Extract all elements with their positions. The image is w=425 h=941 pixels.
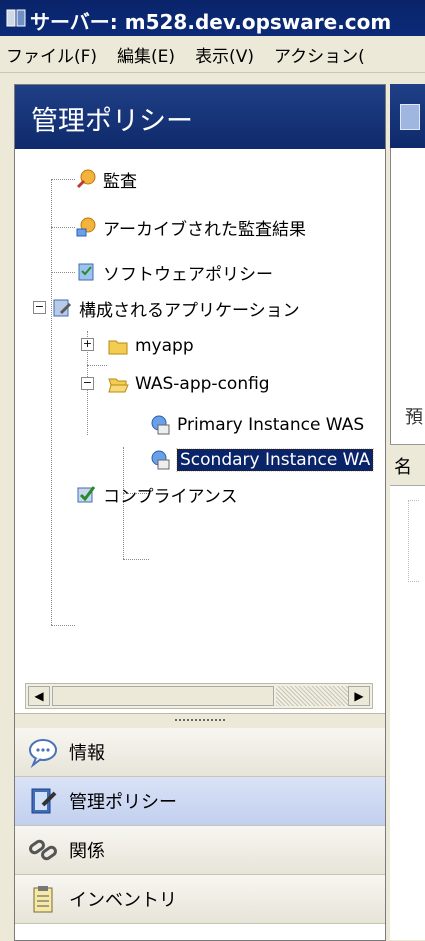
window-title: サーバー: m528.dev.opsware.com <box>30 10 392 34</box>
speech-bubble-icon <box>29 739 57 768</box>
panel-splitter[interactable] <box>15 713 385 729</box>
right-content-area: 預 名 <box>390 84 425 940</box>
config-instance-icon <box>151 450 170 470</box>
menu-view[interactable]: 表示(V) <box>195 42 254 67</box>
left-panel: 管理ポリシー 監査 アーカイブされた監査結果 ソフトウェアポリシー − 構成され… <box>14 84 386 941</box>
nav-management-policy-button[interactable]: 管理ポリシー <box>15 777 385 826</box>
collapse-configured-apps-toggle[interactable]: − <box>33 301 46 314</box>
collapse-was-app-config-toggle[interactable]: − <box>81 377 94 390</box>
policy-book-icon <box>31 788 57 814</box>
config-instance-icon <box>151 415 170 435</box>
chain-link-icon <box>29 839 57 861</box>
splitter-grip <box>175 719 225 721</box>
audit-icon <box>76 169 96 189</box>
scroll-track[interactable] <box>276 686 348 706</box>
archived-audit-icon <box>76 217 96 237</box>
tree-item-primary-instance[interactable]: Primary Instance WAS <box>149 410 364 440</box>
expand-myapp-toggle[interactable]: + <box>81 338 94 351</box>
horizontal-scrollbar[interactable]: ◀ ▶ <box>25 683 373 709</box>
right-panel-header <box>390 84 425 148</box>
menu-action[interactable]: アクション( <box>274 42 365 67</box>
scroll-thumb[interactable] <box>52 686 274 706</box>
software-policy-icon <box>78 263 94 281</box>
nav-inventory-button[interactable]: インベントリ <box>15 875 385 924</box>
tree-item-myapp[interactable]: myapp <box>107 331 194 361</box>
menu-bar: ファイル(F) 編集(E) 表示(V) アクション( <box>0 36 425 73</box>
menu-edit[interactable]: 編集(E) <box>117 42 175 67</box>
document-icon <box>400 104 420 130</box>
right-pane-text: 預 <box>405 407 423 428</box>
clipboard-icon <box>33 886 53 913</box>
tree-item-compliance[interactable]: コンプライアンス <box>75 479 237 509</box>
nav-info-button[interactable]: 情報 <box>15 728 385 777</box>
menu-file[interactable]: ファイル(F) <box>6 42 97 67</box>
scroll-right-button[interactable]: ▶ <box>348 686 370 706</box>
panel-title: 管理ポリシー <box>31 106 193 137</box>
open-folder-icon <box>108 378 129 393</box>
scroll-left-button[interactable]: ◀ <box>28 686 50 706</box>
title-bar[interactable]: サーバー: m528.dev.opsware.com <box>0 0 425 36</box>
tree-item-secondary-instance[interactable]: Scondary Instance WA <box>149 445 375 475</box>
folder-icon <box>108 340 128 355</box>
tree-item-configured-apps[interactable]: 構成されるアプリケーション <box>51 293 300 323</box>
grid-dotted-line <box>408 500 419 582</box>
tree-item-software-policy[interactable]: ソフトウェアポリシー <box>75 257 273 287</box>
policy-tree: 監査 アーカイブされた監査結果 ソフトウェアポリシー − 構成されるアプリケーシ… <box>15 155 385 755</box>
panel-header: 管理ポリシー <box>15 85 385 149</box>
server-icon <box>6 9 26 27</box>
compliance-icon <box>77 486 96 503</box>
right-grid: 名 <box>390 444 425 940</box>
column-header-name[interactable]: 名 <box>390 445 425 486</box>
tree-item-was-app-config[interactable]: WAS-app-config <box>107 369 270 399</box>
tree-item-archived-audit[interactable]: アーカイブされた監査結果 <box>75 212 306 242</box>
tree-item-audit[interactable]: 監査 <box>75 164 137 194</box>
configured-apps-icon <box>53 299 72 317</box>
nav-relationships-button[interactable]: 関係 <box>15 826 385 875</box>
